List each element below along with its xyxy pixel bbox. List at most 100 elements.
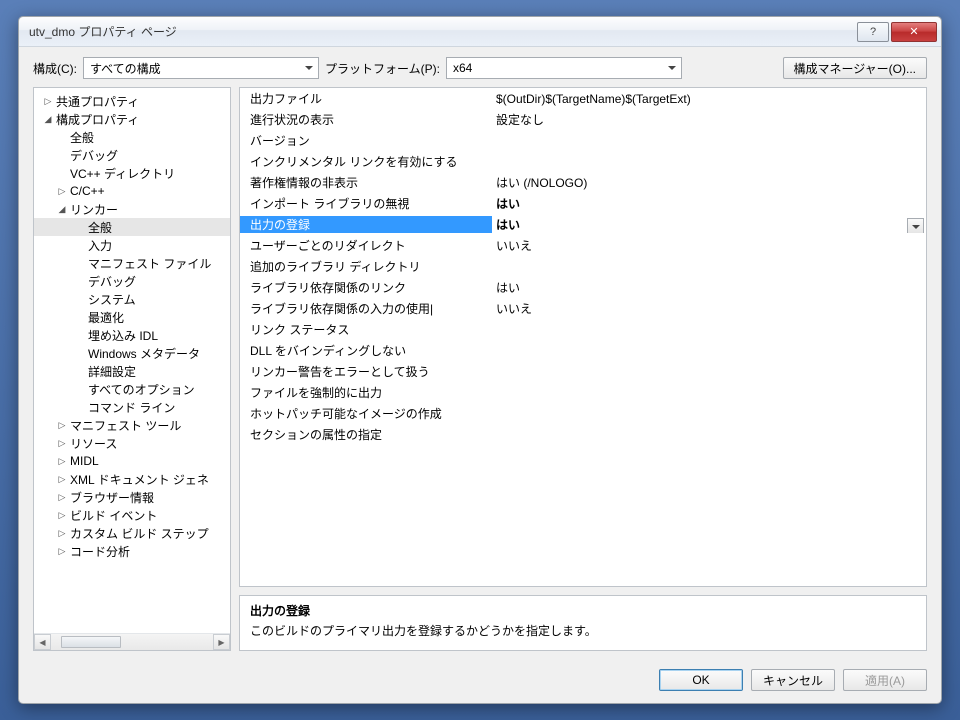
property-value[interactable]: はい [492,195,926,212]
tree-item[interactable]: 全般 [34,128,230,146]
tree-item[interactable]: ▷リソース [34,434,230,452]
tree-item[interactable]: ▷XML ドキュメント ジェネ [34,470,230,488]
tree-item[interactable]: VC++ ディレクトリ [34,164,230,182]
config-manager-button[interactable]: 構成マネージャー(O)... [783,57,928,79]
dropdown-icon[interactable] [907,218,924,233]
tree-item[interactable]: ▷C/C++ [34,182,230,200]
description-text: このビルドのプライマリ出力を登録するかどうかを指定します。 [250,622,916,639]
collapsed-arrow-icon[interactable]: ▷ [56,492,68,503]
property-name: 追加のライブラリ ディレクトリ [240,258,492,275]
collapsed-arrow-icon[interactable]: ▷ [56,186,68,197]
property-row[interactable]: リンカー警告をエラーとして扱う [240,361,926,382]
collapsed-arrow-icon[interactable]: ▷ [56,420,68,431]
footer: OK キャンセル 適用(A) [19,661,941,703]
tree-item[interactable]: デバッグ [34,272,230,290]
property-row[interactable]: リンク ステータス [240,319,926,340]
main: 出力ファイル$(OutDir)$(TargetName)$(TargetExt)… [239,87,927,651]
tree-item[interactable]: 入力 [34,236,230,254]
tree-item[interactable]: コマンド ライン [34,398,230,416]
tree-item[interactable]: 埋め込み IDL [34,326,230,344]
property-value[interactable]: いいえ [492,237,926,254]
collapsed-arrow-icon[interactable]: ▷ [42,96,54,107]
cancel-button[interactable]: キャンセル [751,669,835,691]
tree: ▷共通プロパティ◢構成プロパティ全般デバッグVC++ ディレクトリ▷C/C++◢… [33,87,231,651]
tree-item[interactable]: すべてのオプション [34,380,230,398]
property-name: ライブラリ依存関係のリンク [240,279,492,296]
apply-button[interactable]: 適用(A) [843,669,927,691]
tree-item-label: ブラウザー情報 [68,489,154,506]
property-row[interactable]: ユーザーごとのリダイレクトいいえ [240,235,926,256]
tree-item[interactable]: 全般 [34,218,230,236]
tree-item-label: VC++ ディレクトリ [68,165,175,182]
tree-body[interactable]: ▷共通プロパティ◢構成プロパティ全般デバッグVC++ ディレクトリ▷C/C++◢… [34,88,230,633]
property-grid[interactable]: 出力ファイル$(OutDir)$(TargetName)$(TargetExt)… [239,87,927,587]
collapsed-arrow-icon[interactable]: ▷ [56,528,68,539]
tree-item[interactable]: ◢構成プロパティ [34,110,230,128]
property-name: 出力ファイル [240,90,492,107]
collapsed-arrow-icon[interactable]: ▷ [56,438,68,449]
platform-label: プラットフォーム(P): [325,60,440,77]
scroll-right-icon[interactable]: ▶ [213,634,230,650]
property-row[interactable]: セクションの属性の指定 [240,424,926,445]
property-row[interactable]: 著作権情報の非表示はい (/NOLOGO) [240,172,926,193]
tree-item[interactable]: ▷カスタム ビルド ステップ [34,524,230,542]
help-button[interactable]: ? [857,22,889,42]
tree-item[interactable]: ▷共通プロパティ [34,92,230,110]
expanded-arrow-icon[interactable]: ◢ [42,114,54,125]
property-value[interactable]: いいえ [492,300,926,317]
collapsed-arrow-icon[interactable]: ▷ [56,510,68,521]
expanded-arrow-icon[interactable]: ◢ [56,204,68,215]
titlebar: utv_dmo プロパティ ページ ? ✕ [19,17,941,47]
platform-combo[interactable]: x64 [446,57,682,79]
property-row[interactable]: 出力の登録はい [240,214,926,235]
tree-item[interactable]: システム [34,290,230,308]
scroll-track[interactable] [51,634,213,650]
tree-item[interactable]: マニフェスト ファイル [34,254,230,272]
property-row[interactable]: インクリメンタル リンクを有効にする [240,151,926,172]
config-label: 構成(C): [33,60,77,77]
tree-item[interactable]: デバッグ [34,146,230,164]
ok-button[interactable]: OK [659,669,743,691]
property-value[interactable]: 設定なし [492,111,926,128]
tree-item-label: 全般 [86,219,112,236]
tree-item[interactable]: ▷コード分析 [34,542,230,560]
property-name: ホットパッチ可能なイメージの作成 [240,405,492,422]
tree-item[interactable]: Windows メタデータ [34,344,230,362]
collapsed-arrow-icon[interactable]: ▷ [56,474,68,485]
tree-item-label: リンカー [68,201,118,218]
property-row[interactable]: バージョン [240,130,926,151]
property-row[interactable]: ホットパッチ可能なイメージの作成 [240,403,926,424]
property-row[interactable]: ライブラリ依存関係のリンクはい [240,277,926,298]
close-button[interactable]: ✕ [891,22,937,42]
platform-value: x64 [453,61,472,75]
property-value[interactable]: $(OutDir)$(TargetName)$(TargetExt) [492,92,926,106]
tree-item[interactable]: ▷MIDL [34,452,230,470]
tree-item[interactable]: ◢リンカー [34,200,230,218]
property-row[interactable]: DLL をバインディングしない [240,340,926,361]
property-name: 進行状況の表示 [240,111,492,128]
tree-item[interactable]: 詳細設定 [34,362,230,380]
property-row[interactable]: 追加のライブラリ ディレクトリ [240,256,926,277]
property-row[interactable]: インポート ライブラリの無視はい [240,193,926,214]
tree-item-label: マニフェスト ツール [68,417,181,434]
property-row[interactable]: 進行状況の表示設定なし [240,109,926,130]
tree-scrollbar[interactable]: ◀ ▶ [34,633,230,650]
scroll-thumb[interactable] [61,636,121,648]
scroll-left-icon[interactable]: ◀ [34,634,51,650]
config-combo[interactable]: すべての構成 [83,57,319,79]
collapsed-arrow-icon[interactable]: ▷ [56,456,68,467]
tree-item[interactable]: ▷マニフェスト ツール [34,416,230,434]
collapsed-arrow-icon[interactable]: ▷ [56,546,68,557]
tree-item[interactable]: ▷ビルド イベント [34,506,230,524]
property-row[interactable]: 出力ファイル$(OutDir)$(TargetName)$(TargetExt) [240,88,926,109]
tree-item[interactable]: 最適化 [34,308,230,326]
property-row[interactable]: ライブラリ依存関係の入力の使用|いいえ [240,298,926,319]
property-value[interactable]: はい [492,279,926,296]
property-row[interactable]: ファイルを強制的に出力 [240,382,926,403]
property-value[interactable]: はい [492,216,926,233]
property-value[interactable]: はい (/NOLOGO) [492,174,926,191]
description-pane: 出力の登録 このビルドのプライマリ出力を登録するかどうかを指定します。 [239,595,927,651]
property-name: セクションの属性の指定 [240,426,492,443]
tree-item-label: コマンド ライン [86,399,175,416]
tree-item[interactable]: ▷ブラウザー情報 [34,488,230,506]
